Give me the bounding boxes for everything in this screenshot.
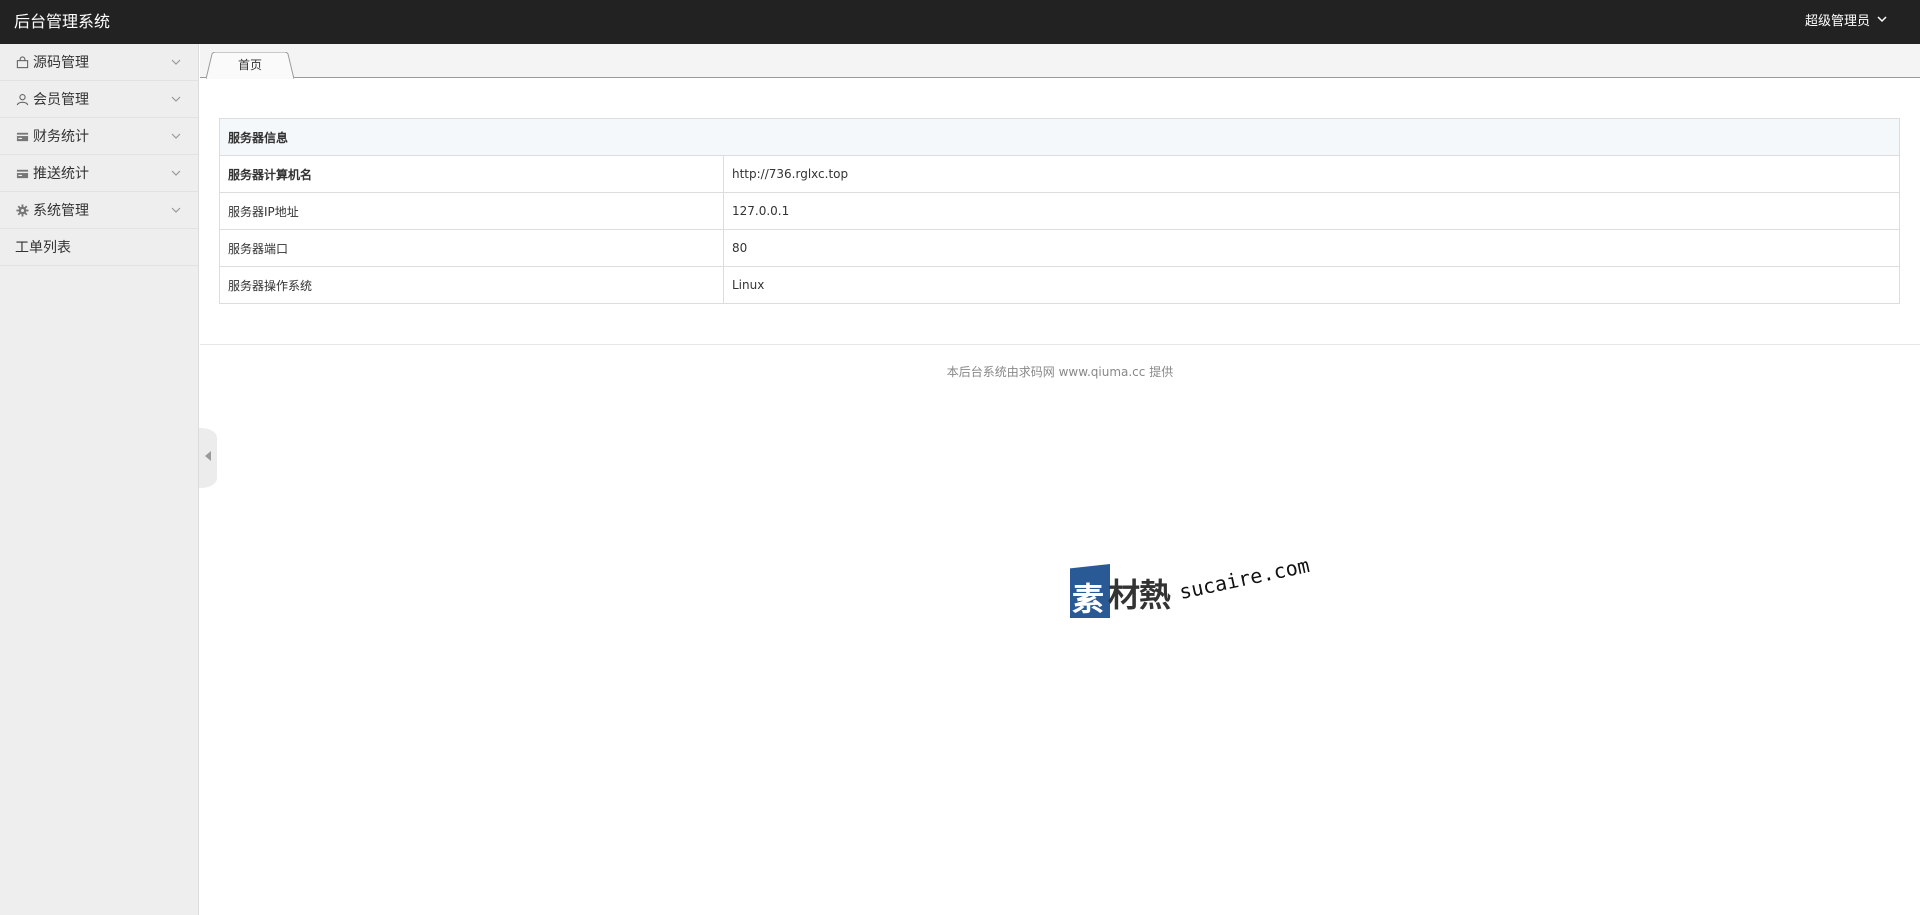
sidebar-item-members[interactable]: 会员管理 [0,81,198,118]
table-row: 服务器操作系统 Linux [219,266,1900,304]
sidebar-item-finance[interactable]: 财务统计 [0,118,198,155]
row-value: Linux [723,266,1900,304]
tab-bar: 首页 [200,44,1920,79]
card-icon [15,129,29,143]
sidebar-item-label: 会员管理 [33,92,89,108]
caret-left-icon [204,450,212,466]
tab-home[interactable]: 首页 [206,52,294,79]
sidebar-item-label: 财务统计 [33,129,89,145]
chevron-down-icon [170,167,182,179]
app-title: 后台管理系统 [14,12,111,31]
section-title: 服务器信息 [219,118,1900,156]
sidebar-item-label: 工单列表 [15,240,71,256]
chevron-down-icon [170,130,182,142]
content-divider [200,344,1920,345]
row-key: 服务器IP地址 [219,192,724,230]
table-header-row: 服务器信息 [219,118,1900,156]
sidebar-item-label: 源码管理 [33,55,89,71]
sidebar-item-system[interactable]: 系统管理 [0,192,198,229]
card-icon [15,166,29,180]
bag-icon [15,55,29,69]
table-row: 服务器计算机名 http://736.rglxc.top [219,155,1900,193]
watermark-logo: 素 材熱 sucaire.com [1064,550,1324,630]
gear-icon [15,203,29,217]
chevron-down-icon [170,56,182,68]
row-key: 服务器端口 [219,229,724,267]
sidebar-item-tickets[interactable]: 工单列表 [0,229,198,266]
user-menu-label: 超级管理员 [1804,14,1870,29]
chevron-down-icon [170,204,182,216]
user-icon [15,92,29,106]
sidebar-collapse-handle[interactable] [199,428,217,488]
row-value: http://736.rglxc.top [723,155,1900,193]
table-row: 服务器IP地址 127.0.0.1 [219,192,1900,230]
sidebar-item-source-code[interactable]: 源码管理 [0,44,198,81]
row-key: 服务器计算机名 [219,155,724,193]
watermark-brand: 材熱 [1108,576,1171,614]
user-menu[interactable]: 超级管理员 [1805,0,1888,44]
sidebar-item-push-stats[interactable]: 推送统计 [0,155,198,192]
chevron-down-icon [1876,0,1888,44]
table-row: 服务器端口 80 [219,229,1900,267]
sidebar: 源码管理 会员管理 财务统计 推送统计 系统管理 工单列表 [0,44,199,915]
row-value: 127.0.0.1 [723,192,1900,230]
row-key: 服务器操作系统 [219,266,724,304]
sidebar-item-label: 推送统计 [33,166,89,182]
watermark-mark: 素 [1070,564,1110,618]
watermark-domain: sucaire.com [1177,552,1312,604]
chevron-down-icon [170,93,182,105]
row-value: 80 [723,229,1900,267]
tab-label: 首页 [237,58,262,72]
server-info-table: 服务器信息 服务器计算机名 http://736.rglxc.top 服务器IP… [219,118,1900,304]
footer-credit: 本后台系统由求码网 www.qiuma.cc 提供 [946,365,1174,379]
top-bar: 后台管理系统 超级管理员 [0,0,1920,44]
sidebar-item-label: 系统管理 [33,203,89,219]
